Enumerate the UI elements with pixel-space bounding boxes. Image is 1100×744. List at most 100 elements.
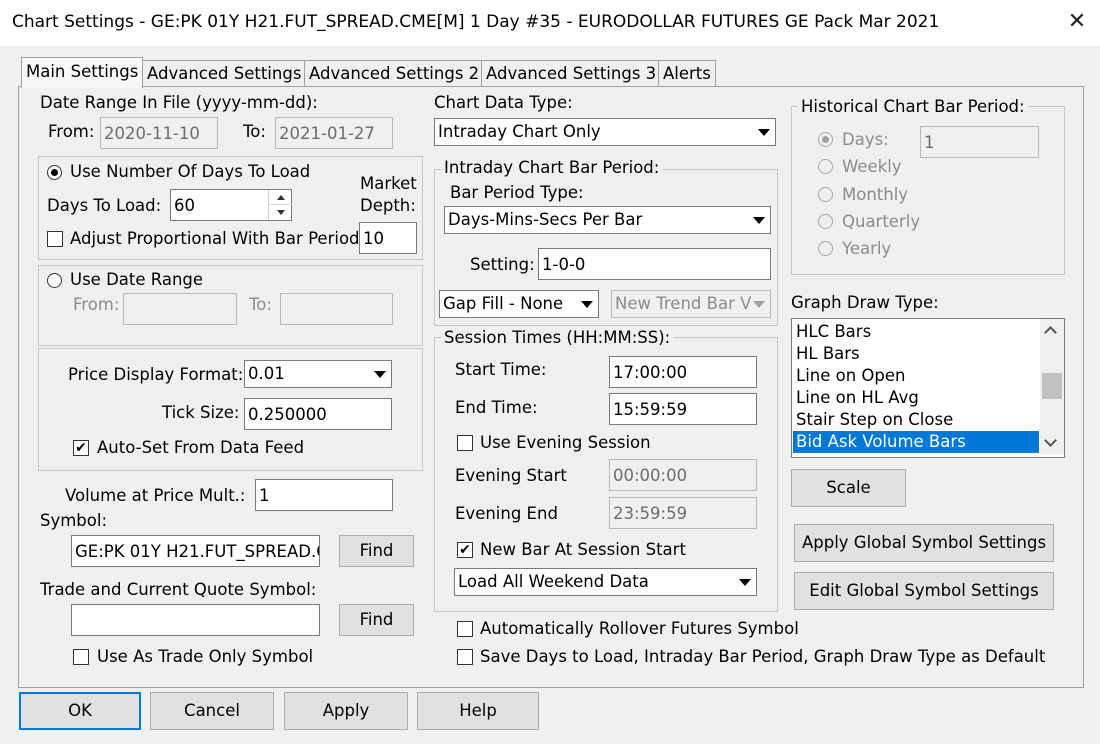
range-to-field xyxy=(280,293,393,325)
cancel-button[interactable]: Cancel xyxy=(150,692,274,730)
chevron-down-icon xyxy=(576,291,598,317)
chevron-down-icon xyxy=(369,361,391,387)
price-display-format-select[interactable]: 0.01 xyxy=(244,360,392,388)
use-evening-checkbox[interactable] xyxy=(457,435,473,451)
adjust-proportional-checkbox[interactable] xyxy=(47,231,63,247)
save-defaults-checkbox[interactable] xyxy=(457,649,473,665)
weekend-data-value: Load All Weekend Data xyxy=(458,572,649,591)
range-to-label: To: xyxy=(249,295,272,314)
graph-draw-type-list[interactable]: HLC Bars HL Bars Line on Open Line on HL… xyxy=(791,318,1065,458)
gap-fill-select[interactable]: Gap Fill - None xyxy=(439,290,599,318)
market-depth-label-1: Market xyxy=(360,174,417,193)
tab-advanced-settings-3[interactable]: Advanced Settings 3 xyxy=(481,60,662,87)
days-to-load-label: Days To Load: xyxy=(47,196,162,215)
scroll-up-icon[interactable] xyxy=(1044,326,1057,339)
new-bar-session-label: New Bar At Session Start xyxy=(480,540,686,559)
evening-start-input: 00:00:00 xyxy=(609,459,757,491)
scroll-down-icon[interactable] xyxy=(1044,434,1057,447)
end-time-input[interactable]: 15:59:59 xyxy=(609,393,757,425)
list-item[interactable]: Line on Open xyxy=(793,365,1039,387)
edit-global-settings-button[interactable]: Edit Global Symbol Settings xyxy=(794,572,1054,610)
session-times-legend: Session Times (HH:MM:SS): xyxy=(441,328,674,347)
volume-mult-label: Volume at Price Mult.: xyxy=(65,486,246,505)
historical-yearly-radio xyxy=(818,241,833,256)
bar-period-type-value: Days-Mins-Secs Per Bar xyxy=(448,210,643,229)
file-to-label: To: xyxy=(243,122,266,141)
use-days-label: Use Number Of Days To Load xyxy=(70,162,311,181)
help-button[interactable]: Help xyxy=(417,692,539,730)
bar-period-type-label: Bar Period Type: xyxy=(450,183,584,202)
historical-monthly-label: Monthly xyxy=(842,185,909,204)
list-item[interactable]: HLC Bars xyxy=(793,321,1039,343)
symbol-label: Symbol: xyxy=(40,511,108,530)
trade-only-label: Use As Trade Only Symbol xyxy=(97,647,314,666)
file-to-field: 2021-01-27 xyxy=(275,117,393,149)
weekend-data-select[interactable]: Load All Weekend Data xyxy=(454,568,757,596)
symbol-input[interactable]: GE:PK 01Y H21.FUT_SPREAD.CME[M] xyxy=(71,535,320,567)
intraday-bar-period-legend: Intraday Chart Bar Period: xyxy=(441,158,663,177)
setting-input[interactable]: 1-0-0 xyxy=(538,248,771,280)
symbol-find-button[interactable]: Find xyxy=(339,535,414,567)
range-from-field xyxy=(123,293,237,325)
list-item[interactable]: Line on HL Avg xyxy=(793,387,1039,409)
market-depth-input[interactable]: 10 xyxy=(359,222,417,254)
new-bar-session-checkbox[interactable]: ✔ xyxy=(457,542,473,558)
chart-data-type-select[interactable]: Intraday Chart Only xyxy=(434,118,776,146)
tick-size-label: Tick Size: xyxy=(162,403,240,422)
list-item[interactable]: Stair Step on Close xyxy=(793,409,1039,431)
trade-symbol-label: Trade and Current Quote Symbol: xyxy=(40,580,317,599)
save-defaults-label: Save Days to Load, Intraday Bar Period, … xyxy=(480,647,1046,666)
market-depth-label-2: Depth: xyxy=(360,196,416,215)
close-icon[interactable]: ✕ xyxy=(1064,9,1090,35)
list-item[interactable]: HL Bars xyxy=(793,343,1039,365)
auto-rollover-checkbox[interactable] xyxy=(457,621,473,637)
new-trend-bar-value: New Trend Bar V xyxy=(615,294,752,313)
historical-bar-period-legend: Historical Chart Bar Period: xyxy=(798,97,1028,116)
historical-weekly-label: Weekly xyxy=(842,157,902,176)
bar-period-type-select[interactable]: Days-Mins-Secs Per Bar xyxy=(444,206,771,234)
use-evening-label: Use Evening Session xyxy=(480,433,651,452)
start-time-input[interactable]: 17:00:00 xyxy=(609,356,757,388)
new-trend-bar-select: New Trend Bar V xyxy=(611,290,771,318)
use-days-radio[interactable] xyxy=(47,165,62,180)
tab-advanced-settings-2[interactable]: Advanced Settings 2 xyxy=(304,60,485,87)
ok-button[interactable]: OK xyxy=(19,692,141,730)
scroll-thumb[interactable] xyxy=(1042,373,1062,399)
historical-days-input: 1 xyxy=(920,126,1039,158)
list-item-selected[interactable]: Bid Ask Volume Bars xyxy=(793,431,1039,453)
price-display-format-label: Price Display Format: xyxy=(68,365,244,384)
auto-set-checkbox[interactable]: ✔ xyxy=(73,440,89,456)
chart-data-type-label: Chart Data Type: xyxy=(434,93,573,112)
chevron-down-icon xyxy=(753,119,775,145)
spin-down-icon[interactable] xyxy=(269,205,292,220)
scale-button[interactable]: Scale xyxy=(791,469,906,507)
historical-days-label: Days: xyxy=(842,130,889,149)
trade-only-checkbox[interactable] xyxy=(73,649,89,665)
tick-size-input[interactable]: 0.250000 xyxy=(244,398,392,430)
tab-main-settings[interactable]: Main Settings xyxy=(21,57,144,88)
apply-button[interactable]: Apply xyxy=(284,692,408,730)
window-title: Chart Settings - GE:PK 01Y H21.FUT_SPREA… xyxy=(12,12,940,32)
start-time-label: Start Time: xyxy=(455,360,547,379)
graph-draw-type-label: Graph Draw Type: xyxy=(791,293,939,312)
evening-start-label: Evening Start xyxy=(455,466,567,485)
chevron-down-icon xyxy=(734,569,756,595)
file-from-label: From: xyxy=(48,122,95,141)
apply-global-settings-button[interactable]: Apply Global Symbol Settings xyxy=(794,524,1054,562)
spin-up-icon[interactable] xyxy=(269,190,292,205)
trade-symbol-input[interactable] xyxy=(71,604,320,636)
chevron-down-icon xyxy=(748,207,770,233)
historical-weekly-radio xyxy=(818,159,833,174)
list-scrollbar[interactable] xyxy=(1040,319,1064,455)
trade-symbol-find-button[interactable]: Find xyxy=(339,604,414,636)
gap-fill-value: Gap Fill - None xyxy=(443,294,564,313)
tab-alerts[interactable]: Alerts xyxy=(658,60,716,87)
end-time-label: End Time: xyxy=(455,398,538,417)
days-spinner[interactable] xyxy=(268,190,292,220)
tab-advanced-settings[interactable]: Advanced Settings xyxy=(142,60,307,87)
date-range-in-file-label: Date Range In File (yyyy-mm-dd): xyxy=(40,93,318,112)
setting-label: Setting: xyxy=(470,255,535,274)
use-date-range-radio[interactable] xyxy=(47,273,62,288)
price-display-format-value: 0.01 xyxy=(248,364,285,383)
volume-mult-input[interactable]: 1 xyxy=(255,479,393,511)
